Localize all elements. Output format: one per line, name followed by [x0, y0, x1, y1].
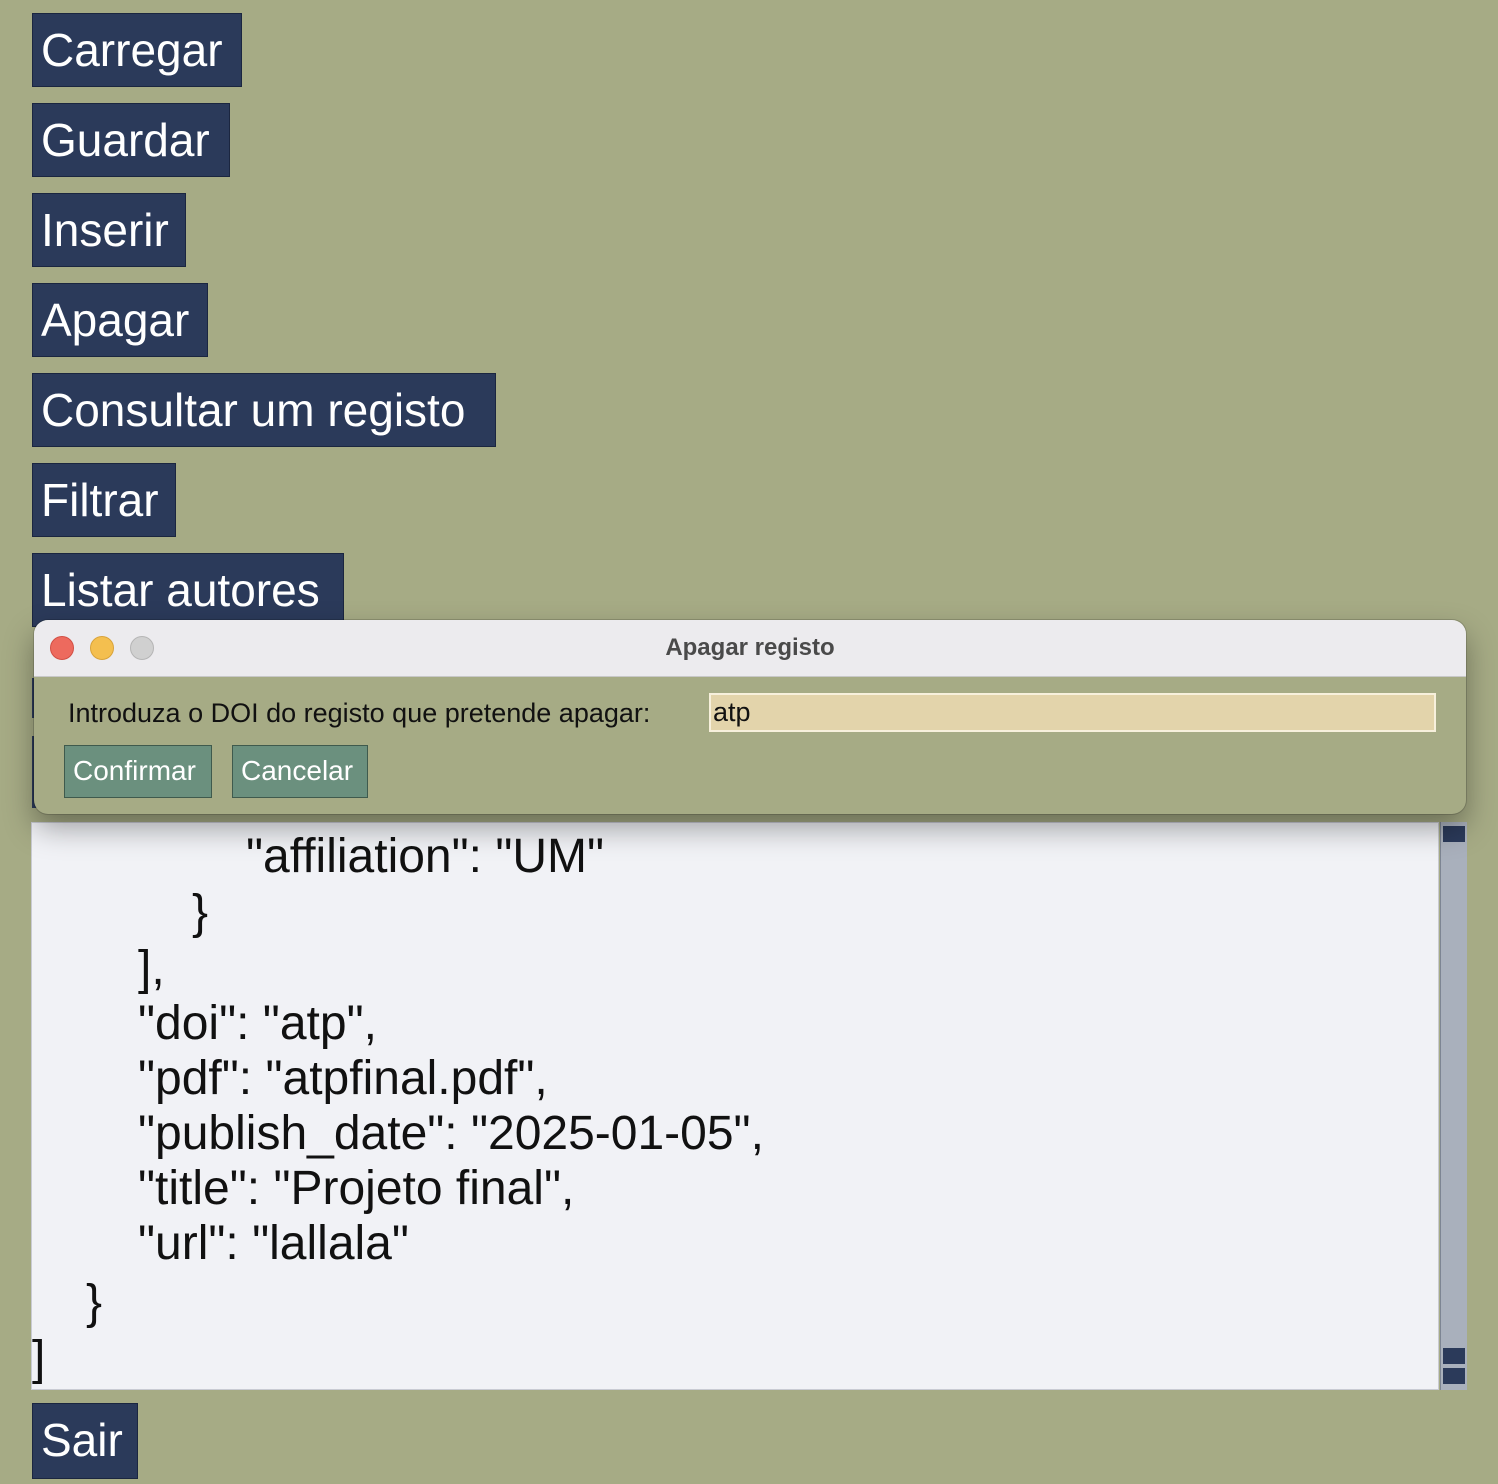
json-line: "url": "lallala": [138, 1217, 409, 1270]
consultar-registo-button[interactable]: Consultar um registo: [32, 373, 496, 447]
json-line: "doi": "atp",: [138, 997, 377, 1050]
json-line: ]: [32, 1332, 46, 1385]
carregar-button[interactable]: Carregar: [32, 13, 242, 87]
doi-prompt-label: Introduza o DOI do registo que pretende …: [68, 698, 651, 728]
json-line: "pdf": "atpfinal.pdf",: [138, 1052, 548, 1105]
listar-autores-button[interactable]: Listar autores: [32, 553, 344, 627]
sair-button[interactable]: Sair: [32, 1403, 138, 1479]
apagar-registo-dialog: Apagar registo Introduza o DOI do regist…: [34, 620, 1466, 814]
json-line: "affiliation": "UM": [246, 830, 605, 883]
dialog-titlebar: Apagar registo: [34, 620, 1466, 677]
inserir-button[interactable]: Inserir: [32, 193, 186, 267]
doi-input[interactable]: [709, 693, 1436, 732]
filtrar-button[interactable]: Filtrar: [32, 463, 176, 537]
json-line: "title": "Projeto final",: [138, 1162, 575, 1215]
dialog-title: Apagar registo: [665, 634, 835, 661]
scroll-down-arrow-icon[interactable]: [1443, 1368, 1465, 1384]
confirm-button[interactable]: Confirmar: [64, 745, 212, 798]
guardar-button[interactable]: Guardar: [32, 103, 230, 177]
text-area-scrollbar[interactable]: [1440, 822, 1467, 1390]
json-line: }: [192, 886, 209, 939]
scroll-up-arrow-icon[interactable]: [1443, 826, 1465, 842]
json-line: }: [86, 1276, 103, 1329]
scroll-thumb[interactable]: [1443, 1348, 1465, 1364]
json-line: "publish_date": "2025-01-05",: [138, 1107, 764, 1160]
cancel-button[interactable]: Cancelar: [232, 745, 368, 798]
json-text-area[interactable]: "affiliation": "UM"}], "doi": "atp", "pdf"…: [31, 822, 1439, 1390]
json-line: ],: [138, 942, 165, 995]
apagar-button[interactable]: Apagar: [32, 283, 208, 357]
